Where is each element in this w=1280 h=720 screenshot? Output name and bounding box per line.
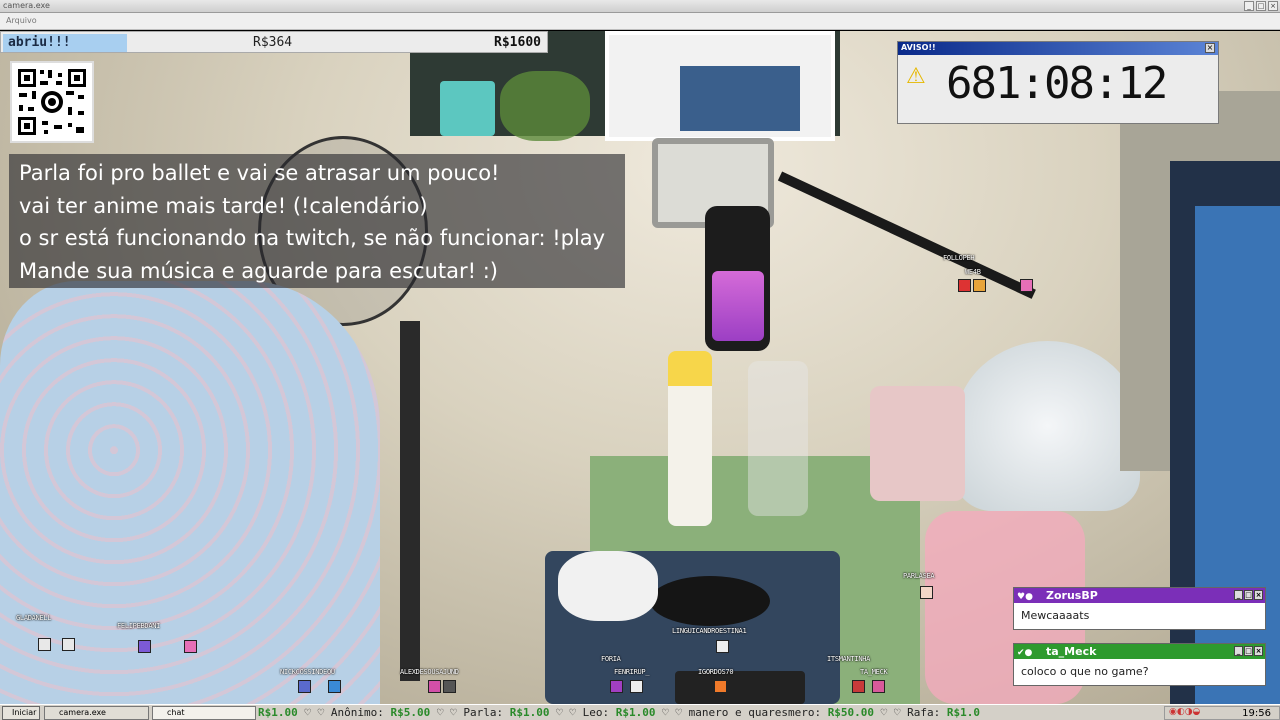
viewer-name: FORIA [601,655,621,663]
ticker-amount: R$1.00 [509,706,550,719]
window-titlebar[interactable]: camera.exe _ □ × [0,0,1280,13]
heart-icon: ♡ ♡ [662,706,689,719]
viewer-avatar [428,680,441,693]
system-tray: ◉◐◑◒ 19:56 [1164,706,1280,720]
user-badge-icon: ✔● [1017,648,1033,658]
announcement-line: Mande sua música e aguarde para escutar!… [19,258,499,283]
aviso-close-button[interactable]: × [1205,43,1215,53]
viewer-avatar [958,279,971,292]
clock: 19:56 [1242,708,1271,719]
viewer-avatar [714,680,727,693]
viewer-name: GLADANELL [16,614,52,622]
heart-icon: ♡ ♡ [304,706,331,719]
user-badge-icon: ♥● [1017,592,1033,602]
goal-target: R$1600 [494,35,541,50]
chat-popup-header[interactable]: ✔● ta_Meck _ □ × [1014,644,1265,659]
menu-arquivo[interactable]: Arquivo [6,16,37,25]
close-button[interactable]: × [1254,646,1263,656]
viewer-name: WE4B [965,268,981,276]
viewer-name: FELIPEBDANI [117,622,161,630]
viewer-avatar [920,586,933,599]
start-button[interactable]: Iniciar [2,706,40,720]
viewer-avatar [973,279,986,292]
ticker-name: Rafa: [907,706,941,719]
viewer-avatar [610,680,623,693]
taskbar-button-camera[interactable]: camera.exe [44,706,149,720]
heart-icon: ♡ ♡ [436,706,464,719]
close-button[interactable]: × [1254,590,1263,600]
goal-bar: abriu!!! R$364 R$1600 [0,31,548,53]
viewer-avatar [62,638,75,651]
announcement-line: vai ter anime mais tarde! (!calendário) [19,193,428,218]
ticker-name: Parla: [463,706,504,719]
viewer-avatar [872,680,885,693]
heart-icon: ♡ ♡ [556,706,583,719]
viewer-avatar [138,640,151,653]
viewer-avatar [1020,279,1033,292]
countdown-timer: 681:08:12 [946,58,1168,109]
viewer-name: NICKCOSSINDEOU [280,668,335,676]
viewer-avatar [630,680,643,693]
ticker-name: manero e quaresmero: [688,706,822,719]
ticker-amount: R$1.0 [946,706,981,719]
maximize-button[interactable]: □ [1256,1,1266,11]
aviso-titlebar[interactable]: AVISO!! × [898,42,1218,55]
viewer-name: ITSMANTINHA [827,655,871,663]
announcement-line: o sr está funcionando na twitch, se não … [19,226,606,250]
donation-ticker: R$1.00 ♡ ♡ Anônimo: R$5.00 ♡ ♡ Parla: R$… [258,705,1164,720]
window-title: camera.exe [3,1,50,10]
viewer-avatar [443,680,456,693]
chat-popup-header[interactable]: ♥● ZorusBP _ □ × [1014,588,1265,603]
maximize-button[interactable]: □ [1244,646,1253,656]
ticker-name: Leo: [582,706,610,719]
minimize-button[interactable]: _ [1234,590,1243,600]
ticker-name: Anônimo: [330,706,384,719]
viewer-name: IGORDOS70 [698,668,734,676]
viewer-avatar [298,680,311,693]
tray-icons[interactable]: ◉◐◑◒ [1169,707,1200,717]
ticker-amount: R$1.00 [615,706,656,719]
close-button[interactable]: × [1268,1,1278,11]
chat-message: coloco o que no game? [1021,665,1149,678]
viewer-avatar [38,638,51,651]
ticker-amount: R$50.00 [827,706,875,719]
viewer-avatar [328,680,341,693]
viewer-avatar [184,640,197,653]
viewer-name: FENRIRUP_ [614,668,650,676]
announcement-box: Parla foi pro ballet e vai se atrasar um… [9,154,625,288]
minimize-button[interactable]: _ [1234,646,1243,656]
aviso-title: AVISO!! [901,43,936,52]
viewer-avatar [852,680,865,693]
chat-popup: ✔● ta_Meck _ □ × coloco o que no game? [1013,643,1266,686]
chat-username: ZorusBP [1046,589,1098,602]
viewer-name: FOLLOPEH [943,254,975,262]
viewer-name: LINGUICANDROESTINA1 [672,627,747,635]
chat-popup: ♥● ZorusBP _ □ × Mewcaaaats [1013,587,1266,630]
chat-message: Mewcaaaats [1021,609,1090,622]
heart-icon: ♡ ♡ [880,706,908,719]
ticker-amount: R$5.00 [390,706,431,719]
maximize-button[interactable]: □ [1244,590,1253,600]
viewer-name: ALEXDESOUSAJUND [400,668,459,676]
viewer-avatar [716,640,729,653]
qr-code [10,61,94,143]
aviso-window: AVISO!! × ⚠ 681:08:12 [897,41,1219,124]
chat-username: ta_Meck [1046,645,1097,658]
taskbar-button-chat[interactable]: chat [152,706,256,720]
goal-label: abriu!!! [3,34,127,52]
menubar: Arquivo [0,13,1280,30]
minimize-button[interactable]: _ [1244,1,1254,11]
ticker-amount: R$1.00 [258,706,298,719]
viewer-name: PARLASEA [903,572,935,580]
taskbar: Iniciar camera.exe chat R$1.00 ♡ ♡ Anôni… [0,704,1280,720]
warning-icon: ⚠ [906,64,926,89]
announcement-line: Parla foi pro ballet e vai se atrasar um… [19,161,500,185]
goal-current: R$364 [253,35,293,50]
viewer-name: TA_MECK [860,668,888,676]
